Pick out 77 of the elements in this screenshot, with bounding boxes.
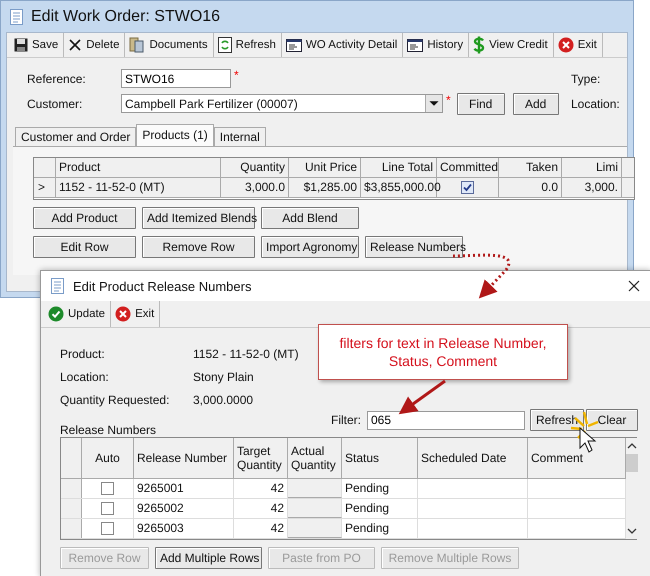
required-marker: * <box>446 93 451 107</box>
dialog-title: Edit Product Release Numbers <box>73 278 252 294</box>
clear-button[interactable]: Clear <box>586 409 638 431</box>
field-label: Reference: <box>27 72 87 86</box>
refresh-button[interactable]: Refresh <box>530 409 584 431</box>
table-cell: 9265003 <box>134 519 234 538</box>
tab[interactable]: Products (1) <box>136 124 214 146</box>
column-header: Actual Quantity <box>288 438 342 478</box>
action-button[interactable]: Remove Row <box>142 236 255 258</box>
documents-icon <box>129 37 146 53</box>
table-cell: 9265002 <box>134 499 234 518</box>
column-header: Release Number <box>134 438 234 478</box>
column-header: Target Quantity <box>234 438 288 478</box>
field-label: Type: <box>571 72 602 86</box>
table-cell: 3,000. <box>562 178 622 197</box>
table-cell: Pending <box>342 479 418 498</box>
customer-dropdown[interactable]: Campbell Park Fertilizer (00007) <box>121 94 443 113</box>
action-button[interactable]: Add Itemized Blends <box>142 207 255 229</box>
column-header: Status <box>342 438 418 478</box>
report-window-icon <box>286 38 302 52</box>
field-label: Filter: <box>331 413 361 427</box>
scroll-up-icon[interactable] <box>627 442 637 450</box>
document-icon <box>51 278 64 294</box>
column-header: Auto <box>82 438 134 478</box>
checkbox[interactable] <box>461 181 474 194</box>
action-button[interactable]: Add Product <box>33 207 136 229</box>
row-indicator: > <box>34 178 56 197</box>
action-button[interactable]: Add Multiple Rows <box>155 547 262 569</box>
checkbox[interactable] <box>101 522 114 535</box>
refresh-icon <box>218 37 232 53</box>
field-value: Stony Plain <box>193 370 254 384</box>
filter-field[interactable]: 065 <box>367 410 525 430</box>
field-label: Quantity Requested: <box>60 392 170 406</box>
field-label: Product: <box>60 346 106 360</box>
add-button[interactable]: Add <box>512 92 559 114</box>
reference-field[interactable]: STWO16 <box>121 69 231 88</box>
scrollbar[interactable] <box>626 438 638 539</box>
action-button[interactable]: Import Agronomy <box>261 236 359 258</box>
field-label: Location: <box>571 96 621 110</box>
checkbox[interactable] <box>101 502 114 515</box>
table-cell: 9265001 <box>134 479 234 498</box>
required-marker: * <box>234 68 239 82</box>
table-cell: $1,285.00 <box>289 178 361 197</box>
document-icon <box>10 8 23 24</box>
row-header-cell <box>61 499 82 518</box>
tab[interactable]: Internal <box>214 127 266 146</box>
check-circle-icon <box>48 306 64 322</box>
action-button[interactable]: Add Blend <box>261 207 359 229</box>
field-value: 3,000.0000 <box>193 392 254 406</box>
report-window-icon <box>407 38 424 52</box>
window-title: Edit Work Order: STWO16 <box>31 8 220 26</box>
row-header-cell <box>61 519 82 538</box>
table-cell: 0.0 <box>499 178 562 197</box>
table-cell: Pending <box>342 519 418 538</box>
action-button[interactable]: Release Numbers <box>365 236 463 258</box>
pointer-arrow <box>398 380 446 414</box>
column-header: Scheduled Date <box>418 438 528 478</box>
table-cell: Pending <box>342 499 418 518</box>
action-button[interactable]: Edit Row <box>33 236 136 258</box>
scrollbar-thumb[interactable] <box>626 454 638 472</box>
table-cell: 3,000.0 <box>221 178 289 197</box>
delete-x-icon <box>68 38 82 52</box>
checkbox[interactable] <box>101 482 114 495</box>
close-icon[interactable] <box>628 280 640 292</box>
field-label: Customer: <box>27 96 84 110</box>
dollar-sign-icon <box>473 36 486 54</box>
scroll-down-icon[interactable] <box>627 527 637 535</box>
table-cell: 1152 - 11-52-0 (MT) <box>56 178 221 197</box>
field-label: Location: <box>60 370 110 384</box>
section-label: Release Numbers <box>60 423 156 437</box>
close-circle-icon <box>115 306 132 322</box>
dotted-arrow <box>452 254 510 298</box>
tab[interactable]: Customer and Order <box>15 127 136 146</box>
close-circle-icon <box>558 37 574 53</box>
field-value: 1152 - 11-52-0 (MT) <box>193 346 299 360</box>
callout-annotation: filters for text in Release Number, Status, Comment <box>318 324 568 380</box>
find-button[interactable]: Find <box>456 92 505 114</box>
